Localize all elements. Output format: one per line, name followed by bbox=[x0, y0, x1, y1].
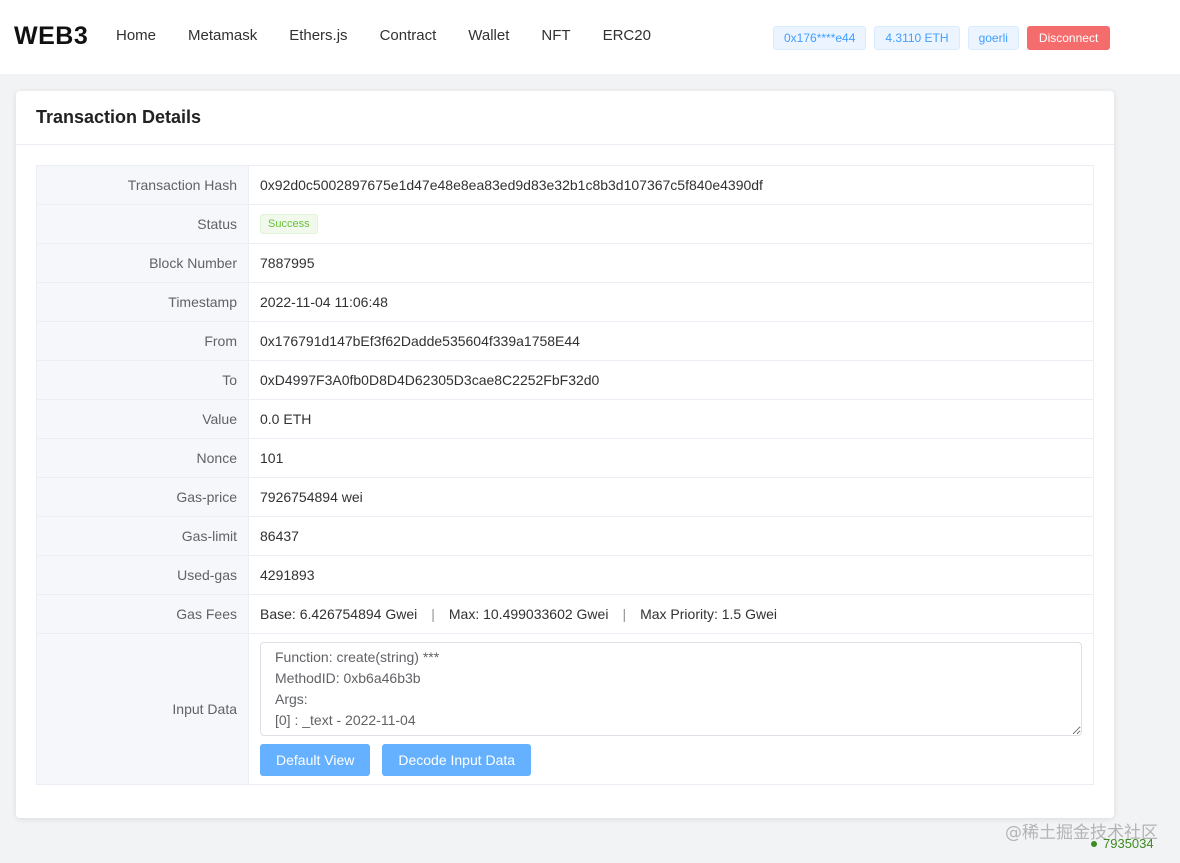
value-block-number: 7887995 bbox=[248, 243, 1094, 283]
separator: | bbox=[622, 606, 627, 622]
value-transaction-hash: 0x92d0c5002897675e1d47e48e8ea83ed9d83e32… bbox=[248, 165, 1094, 205]
top-navbar: WEB3 Home Metamask Ethers.js Contract Wa… bbox=[0, 0, 1180, 74]
nav-contract[interactable]: Contract bbox=[380, 27, 437, 44]
label-gas-limit: Gas-limit bbox=[36, 516, 249, 556]
separator: | bbox=[431, 606, 435, 622]
nav-wallet[interactable]: Wallet bbox=[468, 27, 509, 44]
label-gas-price: Gas-price bbox=[36, 477, 249, 517]
transaction-details-card: Transaction Details Transaction Hash 0x9… bbox=[16, 91, 1114, 818]
balance-tag[interactable]: 4.3110 ETH bbox=[874, 26, 960, 50]
logo: WEB3 bbox=[14, 22, 89, 50]
default-view-button[interactable]: Default View bbox=[260, 744, 371, 776]
value-timestamp: 2022-11-04 11:06:48 bbox=[248, 282, 1094, 322]
disconnect-button[interactable]: Disconnect bbox=[1026, 26, 1111, 50]
label-from: From bbox=[36, 321, 249, 361]
value-status-cell: Success bbox=[248, 204, 1094, 244]
value-nonce: 101 bbox=[248, 438, 1094, 478]
label-nonce: Nonce bbox=[36, 438, 249, 478]
label-timestamp: Timestamp bbox=[36, 282, 249, 322]
value-to: 0xD4997F3A0fb0D8D4D62305D3cae8C2252FbF32… bbox=[248, 360, 1094, 400]
row-value: Value 0.0 ETH bbox=[36, 399, 1094, 439]
decode-input-data-button[interactable]: Decode Input Data bbox=[382, 744, 532, 776]
label-status: Status bbox=[36, 204, 249, 244]
row-block-number: Block Number 7887995 bbox=[36, 243, 1094, 283]
row-status: Status Success bbox=[36, 204, 1094, 244]
nav-home[interactable]: Home bbox=[116, 27, 156, 44]
label-block-number: Block Number bbox=[36, 243, 249, 283]
nav-ethersjs[interactable]: Ethers.js bbox=[289, 27, 347, 44]
input-data-actions: Default View Decode Input Data bbox=[260, 744, 1082, 776]
label-value: Value bbox=[36, 399, 249, 439]
row-transaction-hash: Transaction Hash 0x92d0c5002897675e1d47e… bbox=[36, 165, 1094, 205]
label-used-gas: Used-gas bbox=[36, 555, 249, 595]
gas-fee-base: Base: 6.426754894 Gwei bbox=[260, 606, 418, 622]
row-gas-limit: Gas-limit 86437 bbox=[36, 516, 1094, 556]
value-gas-price: 7926754894 wei bbox=[248, 477, 1094, 517]
label-gas-fees: Gas Fees bbox=[36, 594, 249, 634]
label-input-data: Input Data bbox=[36, 633, 249, 785]
nav-metamask[interactable]: Metamask bbox=[188, 27, 257, 44]
status-dot-icon bbox=[1091, 840, 1097, 847]
row-input-data: Input Data Function: create(string) *** … bbox=[36, 633, 1094, 785]
account-address-tag[interactable]: 0x176****e44 bbox=[773, 26, 867, 50]
visit-counter: 7935034 bbox=[1091, 836, 1154, 851]
status-badge: Success bbox=[260, 214, 318, 234]
card-title: Transaction Details bbox=[16, 91, 1114, 145]
visit-counter-value: 7935034 bbox=[1103, 836, 1154, 851]
nav-erc20[interactable]: ERC20 bbox=[603, 27, 651, 44]
label-transaction-hash: Transaction Hash bbox=[36, 165, 249, 205]
input-data-textarea[interactable]: Function: create(string) *** MethodID: 0… bbox=[260, 642, 1082, 736]
wallet-info: 0x176****e44 4.3110 ETH goerli Disconnec… bbox=[773, 26, 1111, 50]
row-timestamp: Timestamp 2022-11-04 11:06:48 bbox=[36, 282, 1094, 322]
value-input-data-cell: Function: create(string) *** MethodID: 0… bbox=[248, 633, 1094, 785]
label-to: To bbox=[36, 360, 249, 400]
row-gas-fees: Gas Fees Base: 6.426754894 Gwei | Max: 10.… bbox=[36, 594, 1094, 634]
row-gas-price: Gas-price 7926754894 wei bbox=[36, 477, 1094, 517]
nav-nft[interactable]: NFT bbox=[541, 27, 570, 44]
value-gas-limit: 86437 bbox=[248, 516, 1094, 556]
value-gas-fees: Base: 6.426754894 Gwei | Max: 10.499033602… bbox=[248, 594, 1094, 634]
value-value: 0.0 ETH bbox=[248, 399, 1094, 439]
row-nonce: Nonce 101 bbox=[36, 438, 1094, 478]
gas-fee-priority: Max Priority: 1.5 Gwei bbox=[640, 606, 778, 622]
row-used-gas: Used-gas 4291893 bbox=[36, 555, 1094, 595]
transaction-details-table: Transaction Hash 0x92d0c5002897675e1d47e… bbox=[36, 165, 1094, 785]
row-to: To 0xD4997F3A0fb0D8D4D62305D3cae8C2252Fb… bbox=[36, 360, 1094, 400]
main-nav: Home Metamask Ethers.js Contract Wallet … bbox=[116, 27, 683, 44]
network-tag[interactable]: goerli bbox=[967, 26, 1019, 50]
value-used-gas: 4291893 bbox=[248, 555, 1094, 595]
value-from: 0x176791d147bEf3f62Dadde535604f339a1758E… bbox=[248, 321, 1094, 361]
row-from: From 0x176791d147bEf3f62Dadde535604f339a… bbox=[36, 321, 1094, 361]
gas-fee-max: Max: 10.499033602 Gwei bbox=[448, 606, 609, 622]
